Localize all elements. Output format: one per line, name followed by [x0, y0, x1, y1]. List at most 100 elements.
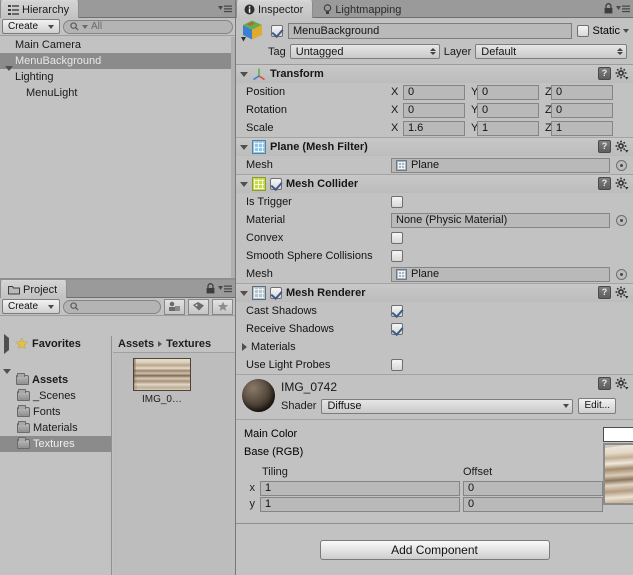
lock-icon[interactable]	[604, 3, 613, 14]
foldout-triangle-down-icon[interactable]	[240, 181, 248, 187]
component-mesh-collider-header[interactable]: Mesh Collider ?	[236, 175, 633, 193]
project-favorites-button[interactable]	[212, 298, 233, 315]
add-component-button[interactable]: Add Component	[319, 539, 550, 560]
shader-dropdown[interactable]: Diffuse	[321, 398, 574, 414]
is-trigger-checkbox[interactable]	[391, 196, 403, 208]
hierarchy-foldout-lighting[interactable]	[4, 66, 15, 83]
smooth-sphere-collisions-checkbox[interactable]	[391, 250, 403, 262]
project-tree-item-fonts[interactable]: Fonts	[0, 404, 111, 420]
static-checkbox[interactable]	[577, 25, 590, 37]
project-tree-item-textures[interactable]: Textures	[0, 436, 111, 452]
layer-dropdown[interactable]: Default	[475, 44, 628, 59]
position-x-input[interactable]: 0	[403, 84, 465, 100]
project-create-button[interactable]: Create	[2, 299, 60, 314]
project-tree-item-materials[interactable]: Materials	[0, 420, 111, 436]
position-z-input[interactable]: 0	[551, 84, 613, 100]
shader-edit-button[interactable]: Edit...	[578, 398, 617, 414]
project-filter-by-type-button[interactable]	[164, 298, 185, 315]
tab-inspector[interactable]: Inspector	[236, 0, 314, 18]
breadcrumb-textures[interactable]: Textures	[166, 338, 211, 350]
help-icon[interactable]: ?	[598, 286, 611, 299]
component-mesh-renderer-header[interactable]: Mesh Renderer ?	[236, 284, 633, 302]
component-transform-header[interactable]: Transform ?	[236, 65, 633, 83]
hierarchy-toolbar: Create All	[0, 18, 235, 36]
inspector-panel-menu-icon[interactable]	[616, 4, 630, 14]
cast-shadows-checkbox[interactable]	[391, 305, 403, 317]
scale-z-value: 1	[556, 122, 563, 134]
convex-checkbox[interactable]	[391, 232, 403, 244]
asset-item-img0742[interactable]: IMG_0…	[131, 358, 193, 405]
scale-y-input[interactable]: 1	[477, 120, 539, 136]
position-y-input[interactable]: 0	[477, 84, 539, 100]
receive-shadows-checkbox[interactable]	[391, 323, 403, 335]
project-panel-menu-icon[interactable]	[218, 284, 232, 294]
project-tree-item-assets[interactable]: Assets	[0, 369, 111, 388]
rotation-x-input[interactable]: 0	[403, 102, 465, 118]
physic-material-picker-button[interactable]	[616, 214, 627, 226]
component-mesh-filter-header[interactable]: Plane (Mesh Filter) ?	[236, 138, 633, 156]
static-dropdown-chevron-icon[interactable]	[623, 29, 629, 33]
rotation-z-input[interactable]: 0	[551, 102, 613, 118]
use-light-probes-checkbox[interactable]	[391, 359, 403, 371]
mesh-renderer-materials-row[interactable]: Materials	[236, 338, 633, 356]
hierarchy-item-main-camera[interactable]: Main Camera	[0, 37, 235, 53]
scale-z-input[interactable]: 1	[551, 120, 613, 136]
mesh-filter-mesh-objectfield[interactable]: Plane	[391, 157, 610, 173]
foldout-triangle-down-icon[interactable]	[240, 71, 248, 77]
main-color-swatch[interactable]	[603, 426, 633, 442]
component-mesh-renderer: Mesh Renderer ? Cast Shadows Receive Sha…	[236, 284, 633, 375]
tab-lightmapping[interactable]: Lightmapping	[316, 1, 410, 19]
foldout-triangle-down-icon[interactable]	[240, 144, 248, 150]
project-tree-item-scenes[interactable]: _Scenes	[0, 388, 111, 404]
offset-x-input[interactable]: 0	[463, 480, 603, 496]
gear-icon[interactable]	[615, 67, 629, 80]
chevron-down-icon	[563, 404, 570, 408]
base-texture-preview[interactable]: Select	[603, 443, 633, 505]
transform-position-label: Position	[246, 86, 286, 98]
breadcrumb-assets[interactable]: Assets	[118, 338, 154, 350]
project-tree-label: Favorites	[32, 338, 81, 350]
gameobject-name-input[interactable]: MenuBackground	[288, 23, 573, 39]
project-tree-item-favorites[interactable]: ★ Favorites	[0, 334, 111, 354]
hierarchy-item-menulight[interactable]: MenuLight	[0, 85, 235, 101]
gear-icon[interactable]	[615, 177, 629, 190]
gear-icon[interactable]	[615, 286, 629, 299]
gear-icon[interactable]	[615, 140, 629, 153]
tiling-y-axis-label: y	[249, 498, 256, 510]
mesh-collider-mesh-objectfield[interactable]: Plane	[391, 266, 610, 282]
help-icon[interactable]: ?	[598, 177, 611, 190]
physic-material-objectfield[interactable]: None (Physic Material)	[391, 212, 610, 228]
hierarchy-panel-menu-icon[interactable]	[218, 4, 232, 14]
tag-dropdown[interactable]: Untagged	[289, 44, 440, 59]
tab-hierarchy[interactable]: Hierarchy	[0, 0, 80, 18]
hierarchy-tabbar: Hierarchy	[0, 0, 235, 18]
tiling-x-input[interactable]: 1	[260, 480, 460, 496]
gameobject-enabled-checkbox[interactable]	[271, 25, 283, 37]
project-search-input[interactable]	[63, 299, 161, 314]
mesh-collider-mesh-picker-button[interactable]	[616, 268, 627, 280]
mesh-filter-mesh-picker-button[interactable]	[616, 159, 627, 171]
project-filter-by-label-button[interactable]	[188, 298, 209, 315]
assets-foldout[interactable]	[2, 369, 13, 386]
cast-shadows-label: Cast Shadows	[246, 305, 317, 317]
gear-icon[interactable]	[615, 377, 629, 390]
add-component-label: Add Component	[391, 542, 478, 557]
help-icon[interactable]: ?	[598, 67, 611, 80]
help-icon[interactable]: ?	[598, 140, 611, 153]
tab-project[interactable]: Project	[0, 280, 68, 298]
hierarchy-item-lighting[interactable]: Lighting	[0, 66, 235, 85]
lock-icon[interactable]	[206, 283, 215, 294]
rotation-y-input[interactable]: 0	[477, 102, 539, 118]
mesh-renderer-enabled-checkbox[interactable]	[270, 287, 282, 299]
hierarchy-item-menubackground[interactable]: MenuBackground	[0, 53, 235, 69]
foldout-triangle-down-icon[interactable]	[240, 290, 248, 296]
favorites-foldout[interactable]	[2, 334, 13, 354]
scale-x-input[interactable]: 1.6	[403, 120, 465, 136]
help-icon[interactable]: ?	[598, 377, 611, 390]
tiling-y-input[interactable]: 1	[260, 496, 460, 512]
hierarchy-search-input[interactable]: All	[63, 19, 233, 34]
hierarchy-create-button[interactable]: Create	[2, 19, 60, 34]
offset-y-input[interactable]: 0	[463, 496, 603, 512]
mesh-collider-enabled-checkbox[interactable]	[270, 178, 282, 190]
transform-axis-icon	[253, 68, 265, 81]
